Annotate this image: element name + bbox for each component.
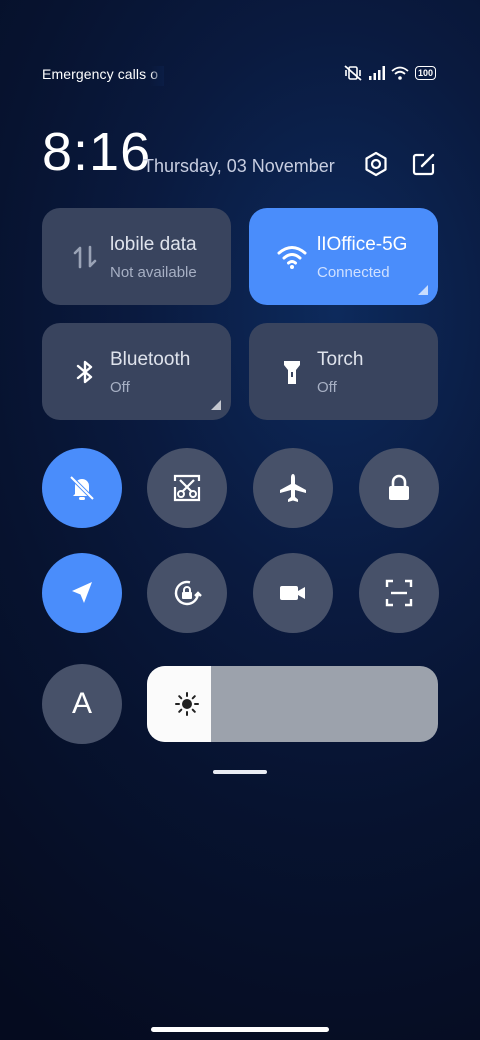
- bluetooth-icon: [76, 360, 93, 384]
- date: Thursday, 03 November: [143, 156, 335, 176]
- lock-icon: [389, 474, 409, 500]
- status-bar: Emergency calls o 100: [42, 64, 436, 86]
- mobile-data-icon: [73, 245, 97, 269]
- toggle-airplane[interactable]: [253, 448, 333, 528]
- toggle-screen-recorder[interactable]: [253, 553, 333, 633]
- battery-icon: 100: [414, 66, 436, 80]
- tile-subtitle: Off: [110, 379, 130, 396]
- tile-bluetooth[interactable]: Bluetooth Off: [42, 323, 231, 420]
- tile-title: lIOffice-5G: [317, 234, 408, 255]
- toggle-lock[interactable]: [359, 448, 439, 528]
- toggle-auto-rotate[interactable]: [147, 553, 227, 633]
- tile-subtitle: Connected: [317, 264, 390, 281]
- home-indicator[interactable]: [151, 1027, 329, 1032]
- clock: 8:16: [42, 122, 152, 182]
- rotation-lock-icon: [174, 580, 202, 606]
- expand-corner-icon[interactable]: [211, 400, 221, 410]
- tile-wifi[interactable]: lIOffice-5G Connected: [249, 208, 438, 305]
- toggle-screenshot[interactable]: [147, 448, 227, 528]
- airplane-icon: [280, 474, 306, 502]
- toggle-scanner[interactable]: [359, 553, 439, 633]
- auto-brightness-button[interactable]: A: [42, 664, 122, 744]
- scissors-icon: [173, 474, 201, 502]
- wifi-icon: [391, 66, 409, 80]
- brightness-sun-icon: [175, 692, 199, 716]
- tile-torch[interactable]: Torch Off: [249, 323, 438, 420]
- tile-title: Torch: [317, 349, 364, 370]
- video-camera-icon: [280, 586, 305, 600]
- system-icons: 100: [343, 64, 436, 82]
- tile-mobile-data[interactable]: lobile data Not available: [42, 208, 231, 305]
- mute-vibrate-icon: [344, 65, 362, 81]
- edit-icon[interactable]: [410, 150, 438, 178]
- toggle-location[interactable]: [42, 553, 122, 633]
- carrier-text: Emergency calls o: [42, 66, 165, 86]
- scan-icon: [385, 579, 413, 607]
- tile-subtitle: Off: [317, 379, 337, 396]
- torch-icon: [284, 361, 300, 384]
- bell-off-icon: [69, 475, 95, 501]
- signal-icon: [368, 66, 385, 80]
- toggle-silent[interactable]: [42, 448, 122, 528]
- auto-brightness-label: A: [71, 687, 92, 720]
- tile-subtitle: Not available: [110, 264, 197, 281]
- wifi-icon: [277, 246, 307, 269]
- brightness-slider[interactable]: [147, 666, 438, 742]
- expand-corner-icon[interactable]: [418, 285, 428, 295]
- tile-title: Bluetooth: [110, 349, 191, 370]
- location-arrow-icon: [72, 582, 92, 603]
- panel-pull-handle[interactable]: [213, 770, 267, 774]
- tile-title: lobile data: [110, 234, 197, 255]
- settings-icon[interactable]: [362, 150, 390, 178]
